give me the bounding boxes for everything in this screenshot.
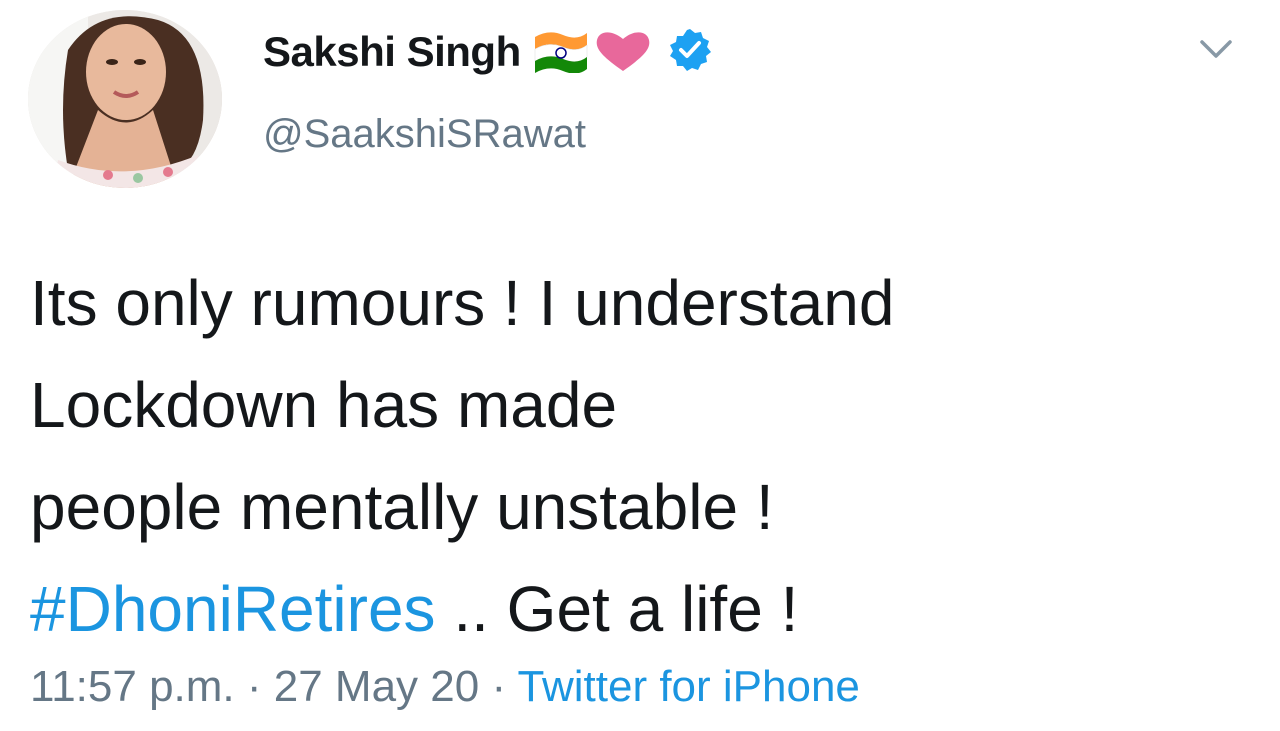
tweet-text-line: Its only rumours ! I understand (30, 267, 895, 339)
hashtag-link[interactable]: #DhoniRetires (30, 573, 436, 645)
meta-separator: · (234, 662, 274, 711)
chevron-down-icon[interactable] (1196, 34, 1236, 64)
avatar[interactable] (28, 10, 222, 188)
tweet-source-link[interactable]: Twitter for iPhone (518, 662, 860, 711)
tweet-text: Its only rumours ! I understand Lockdown… (30, 252, 1250, 660)
tweet-text-tail: .. Get a life ! (435, 573, 799, 645)
tweet-text-line: Lockdown has made (30, 369, 618, 441)
display-name[interactable]: Sakshi Singh (263, 28, 521, 76)
tweet-text-line: people mentally unstable ! (30, 471, 774, 543)
tweet-card: Sakshi Singh @SaakshiSRawat Its only rum… (0, 0, 1280, 731)
tweet-time[interactable]: 11:57 p.m. (30, 662, 235, 711)
verified-badge-icon (667, 27, 713, 78)
tweet-date[interactable]: 27 May 20 (274, 662, 479, 711)
tweet-meta: 11:57 p.m. · 27 May 20 · Twitter for iPh… (30, 662, 860, 712)
tweet-header: Sakshi Singh (263, 22, 713, 82)
meta-separator: · (479, 662, 518, 711)
user-handle[interactable]: @SaakshiSRawat (263, 112, 586, 157)
tweet-text-line-last: #DhoniRetires .. Get a life ! (30, 558, 1250, 660)
india-flag-emoji-icon (531, 27, 591, 78)
pink-heart-emoji-icon (593, 27, 653, 78)
